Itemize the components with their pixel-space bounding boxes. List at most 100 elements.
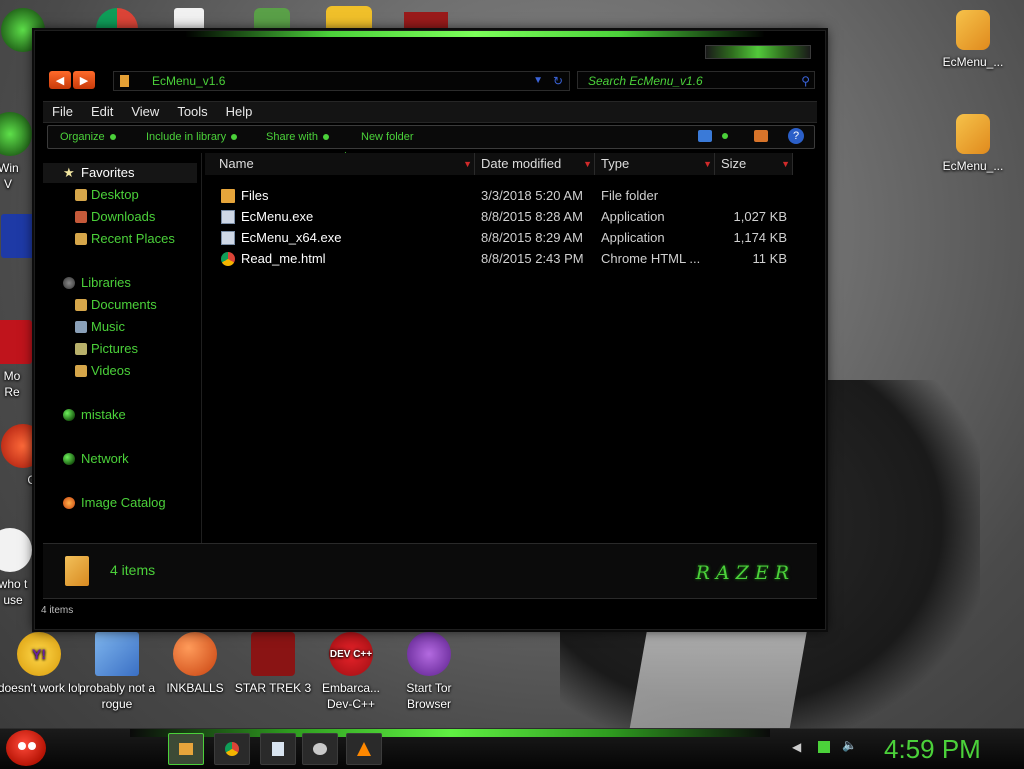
desktop-icon-label: probably not a rogue	[78, 681, 156, 711]
taskbar-vlc-button[interactable]	[346, 733, 382, 765]
recent-places-icon	[75, 233, 87, 245]
file-date: 3/3/2018 5:20 AM	[481, 188, 583, 203]
view-options-icon[interactable]	[698, 130, 712, 142]
menu-file[interactable]: File	[43, 102, 82, 122]
folder-icon	[956, 10, 990, 50]
desktop-icon-label: Win V	[0, 161, 19, 191]
network-icon	[63, 453, 75, 465]
include-library-button[interactable]: Include in library	[146, 126, 238, 148]
explorer-window: ◀ ▶ EcMenu_v1.6 ▼ ↻ Search EcMenu_v1.6 ⚲…	[34, 30, 826, 630]
forward-button[interactable]: ▶	[73, 71, 95, 89]
desktop-icon-label: who t use	[0, 577, 28, 607]
desktop-icon-yahoo[interactable]: Y! doesn't work lol	[0, 632, 82, 696]
desktop-icon-label: EcMenu_...	[942, 159, 1004, 173]
preview-pane-icon[interactable]	[754, 130, 768, 142]
search-input[interactable]: Search EcMenu_v1.6 ⚲	[577, 71, 815, 89]
nav-mistake-label: mistake	[81, 407, 126, 422]
dropdown-dot-icon	[231, 134, 238, 141]
item-count: 4 items	[110, 562, 156, 578]
window-controls[interactable]	[705, 45, 811, 59]
address-text: EcMenu_v1.6	[152, 74, 226, 88]
desktop-icon-rogue[interactable]: probably not a rogue	[74, 632, 160, 712]
organize-button[interactable]: Organize	[60, 126, 116, 148]
angry-bird-eye-icon	[18, 742, 26, 750]
share-with-button[interactable]: Share with	[266, 126, 329, 148]
chevron-down-icon[interactable]: ▼	[781, 153, 790, 175]
taskbar-notepad-button[interactable]	[260, 733, 296, 765]
volume-icon[interactable]: 🔈	[842, 738, 857, 752]
yahoo-messenger-icon: Y!	[17, 632, 61, 676]
back-button[interactable]: ◀	[49, 71, 71, 89]
help-icon[interactable]: ?	[788, 128, 804, 144]
menu-help[interactable]: Help	[217, 102, 262, 122]
chevron-down-icon[interactable]: ▼	[463, 153, 472, 175]
new-folder-button[interactable]: New folder	[361, 126, 414, 148]
navigation-pane: ★ Favorites Desktop Downloads Recent Pla…	[43, 153, 202, 543]
exe-icon	[221, 210, 235, 224]
chrome-icon	[225, 742, 239, 756]
taskbar-explorer-button[interactable]	[168, 733, 204, 765]
desktop-icon-ecmenu-2[interactable]: EcMenu_...	[930, 114, 1016, 174]
nav-downloads-label: Downloads	[91, 209, 156, 224]
documents-icon	[75, 299, 87, 311]
app-icon	[0, 112, 32, 156]
inkball-icon	[173, 632, 217, 676]
table-row[interactable]: EcMenu.exe 8/8/2015 8:28 AM Application …	[205, 207, 805, 227]
desktop-icon-label: STAR TREK 3	[234, 681, 312, 695]
show-hidden-icons-icon[interactable]: ◀	[792, 740, 801, 754]
taskbar-chrome-button[interactable]	[214, 733, 250, 765]
taskbar-clock[interactable]: 4:59 PM	[884, 734, 981, 765]
nav-videos-label: Videos	[91, 363, 131, 378]
column-header-type[interactable]: Type ▼	[595, 153, 715, 175]
file-name: Read_me.html	[241, 251, 326, 266]
desktop-icon-startrek[interactable]: STAR TREK 3	[230, 632, 316, 696]
table-row[interactable]: EcMenu_x64.exe 8/8/2015 8:29 AM Applicat…	[205, 228, 805, 248]
libraries-icon	[63, 277, 75, 289]
homegroup-icon	[63, 409, 75, 421]
table-row[interactable]: Read_me.html 8/8/2015 2:43 PM Chrome HTM…	[205, 249, 805, 269]
search-placeholder: Search EcMenu_v1.6	[588, 74, 703, 88]
devcpp-badge: DEV C++	[329, 648, 373, 660]
dropdown-dot-icon	[322, 134, 329, 141]
taskbar	[0, 728, 1024, 769]
nav-desktop-label: Desktop	[91, 187, 139, 202]
folder-icon	[120, 75, 129, 87]
nav-image-catalog-label: Image Catalog	[81, 495, 166, 510]
address-bar[interactable]: EcMenu_v1.6 ▼ ↻	[113, 71, 570, 91]
desktop-icon-inkballs[interactable]: INKBALLS	[152, 632, 238, 696]
chevron-down-icon[interactable]: ▼	[703, 153, 712, 175]
menu-tools[interactable]: Tools	[168, 102, 216, 122]
paint-icon	[313, 743, 327, 755]
desktop-icon-label: Start Tor Browser	[406, 681, 452, 711]
new-folder-label: New folder	[361, 131, 414, 143]
column-header-name[interactable]: Name ▼	[205, 153, 475, 175]
window-top-glow	[185, 31, 765, 37]
desktop-icon-tor[interactable]: Start Tor Browser	[386, 632, 472, 712]
file-type: Application	[601, 209, 665, 224]
nav-favorites[interactable]: ★ Favorites	[43, 163, 197, 183]
table-row[interactable]: Files 3/3/2018 5:20 AM File folder	[205, 186, 805, 206]
refresh-icon[interactable]: ↻	[553, 72, 563, 90]
start-button[interactable]	[6, 730, 46, 766]
file-date: 8/8/2015 2:43 PM	[481, 251, 584, 266]
menu-edit[interactable]: Edit	[82, 102, 122, 122]
nav-recent-places-label: Recent Places	[91, 231, 175, 246]
menu-view[interactable]: View	[122, 102, 168, 122]
nav-libraries-label: Libraries	[81, 275, 131, 290]
chevron-down-icon[interactable]: ▼	[533, 72, 543, 90]
search-icon[interactable]: ⚲	[801, 72, 810, 90]
tor-icon	[407, 632, 451, 676]
chevron-down-icon[interactable]: ▼	[583, 153, 592, 175]
folder-icon	[221, 189, 235, 203]
details-pane: 4 items RAZER	[43, 543, 817, 599]
view-dropdown-icon[interactable]	[722, 133, 728, 139]
taskbar-paint-button[interactable]	[302, 733, 338, 765]
desktop-icon-ecmenu-1[interactable]: EcMenu_...	[930, 10, 1016, 70]
folder-icon	[956, 114, 990, 154]
nav-documents-label: Documents	[91, 297, 157, 312]
column-header-date[interactable]: Date modified ▼	[475, 153, 595, 175]
network-tray-icon[interactable]	[818, 741, 830, 753]
nav-pictures-label: Pictures	[91, 341, 138, 356]
desktop-icon-devcpp[interactable]: DEV C++ Embarca... Dev-C++	[308, 632, 394, 712]
column-header-size[interactable]: Size ▼	[715, 153, 793, 175]
